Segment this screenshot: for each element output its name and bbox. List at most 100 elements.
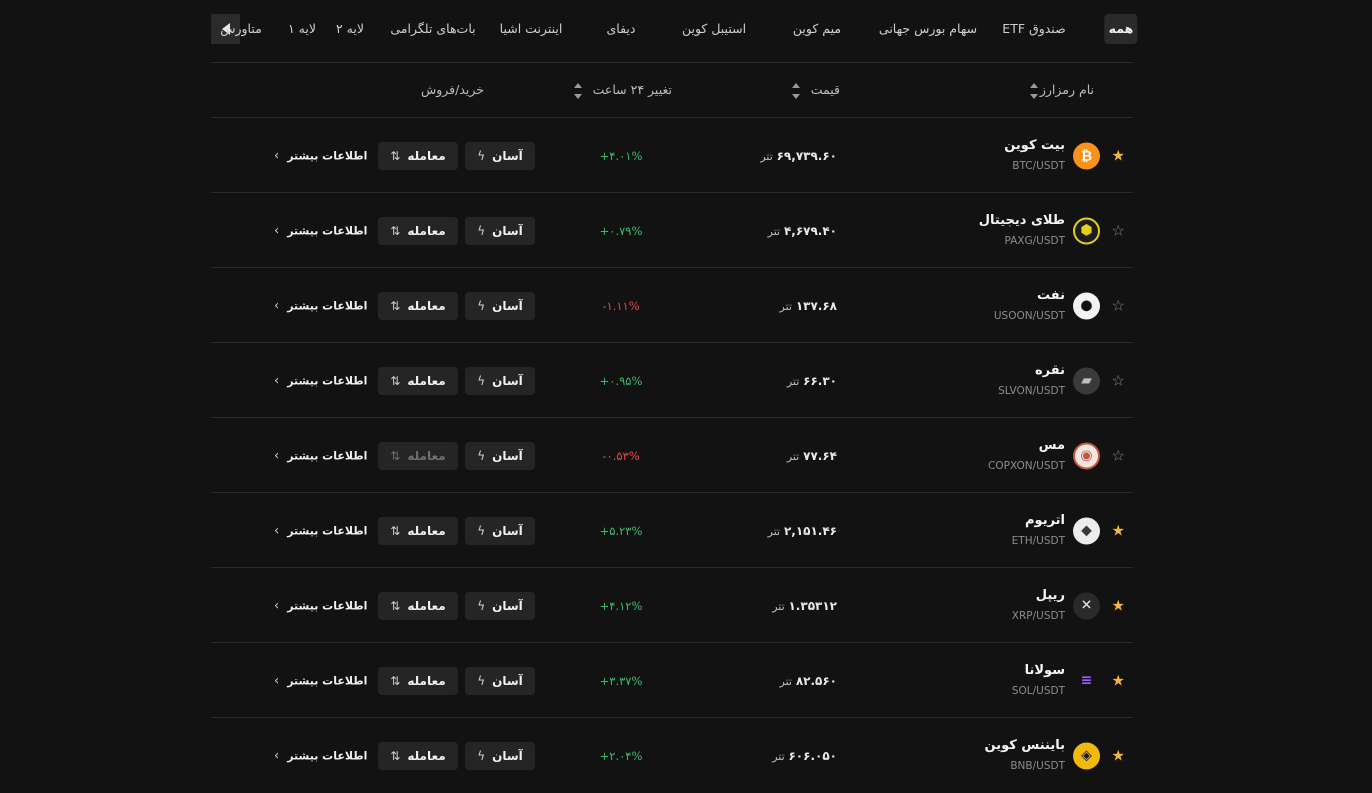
category-metaverse[interactable]: متاورس <box>220 14 262 44</box>
trade-button[interactable]: ⇅ معامله <box>378 516 458 545</box>
coin-price: ۶۰۶.۰۵۰ تتر <box>772 749 837 763</box>
easy-trade-button[interactable]: ϟ آسان <box>465 366 535 395</box>
trade-arrows-icon: ⇅ <box>390 373 401 388</box>
more-info-link[interactable]: ‹ اطلاعات بیشتر <box>274 448 367 463</box>
lightning-icon: ϟ <box>477 148 486 163</box>
sort-icon[interactable] <box>574 81 582 101</box>
trade-label: معامله <box>407 598 446 613</box>
more-info-label: اطلاعات بیشتر <box>287 749 368 762</box>
chevron-left-icon: ‹ <box>274 748 280 763</box>
category-all[interactable]: همه <box>1104 14 1138 44</box>
coin-price: ۶۹,۷۳۹.۶۰ تتر <box>760 149 837 163</box>
trade-button[interactable]: ⇅ معامله <box>378 216 458 245</box>
category-iot[interactable]: اینترنت اشیا <box>500 14 563 44</box>
favorite-star-icon[interactable]: ☆ <box>1112 298 1125 313</box>
category-meme-coin[interactable]: میم کوین <box>793 14 841 44</box>
trade-button[interactable]: ⇅ معامله <box>378 291 458 320</box>
price-value: ۶۹,۷۳۹.۶۰ <box>776 148 837 163</box>
change-24h: +۴.۱۲% <box>599 598 643 613</box>
category-defi[interactable]: دیفای <box>607 14 636 44</box>
price-value: ۱۳۷.۶۸ <box>795 298 837 313</box>
trade-button[interactable]: ⇅ معامله <box>378 591 458 620</box>
category-layer-2[interactable]: لایه ۲ <box>336 14 364 44</box>
favorite-star-icon[interactable]: ★ <box>1112 598 1125 613</box>
coin-name[interactable]: اتریوم <box>1025 513 1065 528</box>
trade-button[interactable]: ⇅ معامله <box>378 141 458 170</box>
easy-trade-button[interactable]: ϟ آسان <box>465 741 535 770</box>
price-unit: تتر <box>786 374 800 388</box>
category-global-stocks[interactable]: سهام بورس جهانی <box>879 14 977 44</box>
chevron-left-icon: ‹ <box>274 523 280 538</box>
category-telegram-bots[interactable]: بات‌های تلگرامی <box>390 14 475 44</box>
easy-trade-button[interactable]: ϟ آسان <box>465 666 535 695</box>
table-row[interactable]: ☆ ⬢ طلای دیجیتال PAXG/USDT ۴,۶۷۹.۴۰ تتر … <box>211 193 1133 268</box>
more-info-link[interactable]: ‹ اطلاعات بیشتر <box>274 298 367 313</box>
sort-icon[interactable] <box>792 81 800 101</box>
category-etf[interactable]: صندوق ETF <box>1002 14 1065 44</box>
lightning-icon: ϟ <box>477 673 486 688</box>
easy-trade-button[interactable]: ϟ آسان <box>465 591 535 620</box>
header-change[interactable]: تغییر ۲۴ ساعت <box>593 82 672 97</box>
trade-button[interactable]: ⇅ معامله <box>378 666 458 695</box>
price-value: ۸۲.۵۶۰ <box>795 673 837 688</box>
table-row[interactable]: ★ ✕ ریپل XRP/USDT ۱.۳۵۳۱۲ تتر +۴.۱۲% ϟ آ… <box>211 568 1133 643</box>
trade-arrows-icon: ⇅ <box>390 223 401 238</box>
easy-trade-button[interactable]: ϟ آسان <box>465 516 535 545</box>
easy-trade-button[interactable]: ϟ آسان <box>465 441 535 470</box>
change-24h: +۵.۲۳% <box>599 523 643 538</box>
table-row[interactable]: ☆ ▰ نقره SLVON/USDT ۶۶.۳۰ تتر +۰.۹۵% ϟ آ… <box>211 343 1133 418</box>
more-info-link[interactable]: ‹ اطلاعات بیشتر <box>274 673 367 688</box>
more-info-link[interactable]: ‹ اطلاعات بیشتر <box>274 523 367 538</box>
more-info-link[interactable]: ‹ اطلاعات بیشتر <box>274 148 367 163</box>
coin-name[interactable]: بایننس کوین <box>985 738 1065 753</box>
favorite-star-icon[interactable]: ☆ <box>1112 373 1125 388</box>
pax-gold-icon: ⬢ <box>1073 217 1100 244</box>
coin-name[interactable]: طلای دیجیتال <box>979 213 1065 228</box>
coin-name[interactable]: نفت <box>1037 288 1065 303</box>
table-row[interactable]: ★ ≡ سولانا SOL/USDT ۸۲.۵۶۰ تتر +۳.۳۷% ϟ … <box>211 643 1133 718</box>
trade-button[interactable]: ⇅ معامله <box>378 741 458 770</box>
favorite-star-icon[interactable]: ★ <box>1112 673 1125 688</box>
coin-name[interactable]: بیت کوین <box>1004 138 1065 153</box>
price-unit: تتر <box>760 149 773 163</box>
price-unit: تتر <box>772 749 785 763</box>
header-price[interactable]: قیمت <box>811 82 840 97</box>
coin-name[interactable]: مس <box>1039 438 1065 453</box>
price-value: ۶۶.۳۰ <box>803 373 837 388</box>
trade-button[interactable]: ⇅ معامله <box>378 441 458 470</box>
table-row[interactable]: ★ ₿ بیت کوین BTC/USDT ۶۹,۷۳۹.۶۰ تتر +۴.۰… <box>211 118 1133 193</box>
trade-label: معامله <box>407 373 446 388</box>
table-row[interactable]: ★ ◆ اتریوم ETH/USDT ۲,۱۵۱.۴۶ تتر +۵.۲۳% … <box>211 493 1133 568</box>
chevron-left-icon: ‹ <box>274 223 280 238</box>
header-name[interactable]: نام رمزارز <box>1040 82 1094 97</box>
easy-trade-button[interactable]: ϟ آسان <box>465 216 535 245</box>
table-row[interactable]: ☆ ◉ مس COPXON/USDT ۷۷.۶۴ تتر -۰.۵۳% ϟ آس… <box>211 418 1133 493</box>
coin-name[interactable]: نقره <box>1035 363 1065 378</box>
sort-icon[interactable] <box>1030 81 1038 101</box>
easy-trade-button[interactable]: ϟ آسان <box>465 291 535 320</box>
favorite-star-icon[interactable]: ★ <box>1112 523 1125 538</box>
coin-name[interactable]: سولانا <box>1025 663 1065 678</box>
price-value: ۱.۳۵۳۱۲ <box>788 598 837 613</box>
table-row[interactable]: ☆ ● نفت USOON/USDT ۱۳۷.۶۸ تتر -۱.۱۱% ϟ آ… <box>211 268 1133 343</box>
lightning-icon: ϟ <box>477 298 486 313</box>
more-info-link[interactable]: ‹ اطلاعات بیشتر <box>274 373 367 388</box>
more-info-link[interactable]: ‹ اطلاعات بیشتر <box>274 223 367 238</box>
category-layer-1[interactable]: لایه ۱ <box>288 14 316 44</box>
favorite-star-icon[interactable]: ☆ <box>1112 223 1125 238</box>
price-unit: تتر <box>786 449 800 463</box>
coin-name[interactable]: ریپل <box>1036 588 1065 603</box>
price-value: ۷۷.۶۴ <box>803 448 837 463</box>
favorite-star-icon[interactable]: ★ <box>1112 148 1125 163</box>
trade-button[interactable]: ⇅ معامله <box>378 366 458 395</box>
trade-arrows-icon: ⇅ <box>390 598 401 613</box>
category-stablecoin[interactable]: استیبل کوین <box>682 14 746 44</box>
more-info-link[interactable]: ‹ اطلاعات بیشتر <box>274 748 367 763</box>
easy-trade-button[interactable]: ϟ آسان <box>465 141 535 170</box>
more-info-link[interactable]: ‹ اطلاعات بیشتر <box>274 598 367 613</box>
favorite-star-icon[interactable]: ★ <box>1112 748 1125 763</box>
easy-label: آسان <box>492 673 523 688</box>
table-row[interactable]: ★ ◈ بایننس کوین BNB/USDT ۶۰۶.۰۵۰ تتر +۲.… <box>211 718 1133 793</box>
coin-price: ۴,۶۷۹.۴۰ تتر <box>768 224 837 238</box>
favorite-star-icon[interactable]: ☆ <box>1112 448 1125 463</box>
